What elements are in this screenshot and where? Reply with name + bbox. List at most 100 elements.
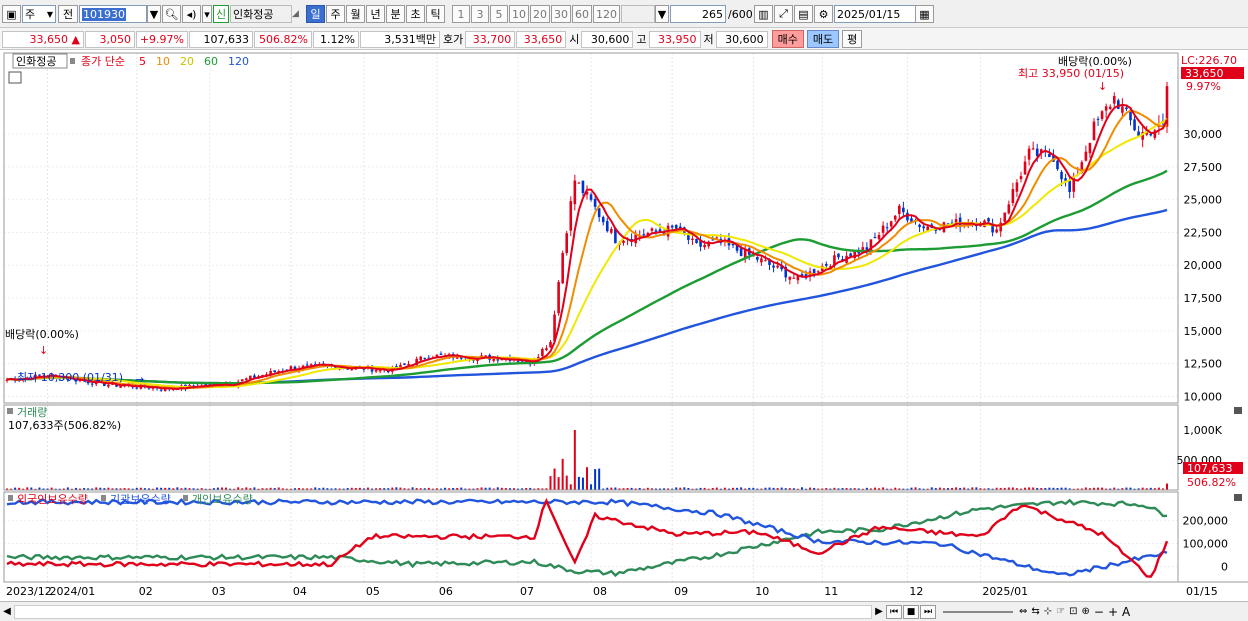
legend-marker <box>183 495 188 501</box>
period-button[interactable]: 초 <box>406 5 425 23</box>
candle <box>695 238 698 244</box>
ma-title: 종가 단순 <box>81 55 125 68</box>
zoom-reset-icon[interactable]: ⇆ <box>1031 606 1039 617</box>
candle <box>918 224 921 227</box>
stock-code-input[interactable]: 101930 <box>79 5 147 23</box>
code-dropdown-icon[interactable]: ▼ <box>147 5 161 23</box>
volume-title: 거래량 <box>17 406 47 419</box>
candle <box>374 369 378 372</box>
ask-cell: 33,700 <box>465 30 516 48</box>
candle <box>678 226 682 228</box>
speaker-icon[interactable]: ◂) <box>182 5 201 23</box>
candle <box>1031 148 1035 150</box>
zoom-fit-icon[interactable]: ⇔ <box>1019 606 1027 617</box>
low-label: 저 <box>703 33 714 46</box>
interval-dropdown-icon[interactable]: ▼ <box>655 5 669 23</box>
prev-button[interactable]: 전 <box>58 5 78 23</box>
interval-button[interactable]: 30 <box>551 5 571 23</box>
interval-custom-field[interactable] <box>621 5 655 23</box>
x-tick-label: 2023/12 <box>6 585 52 598</box>
period-button[interactable]: 주 <box>326 5 345 23</box>
interval-button[interactable]: 3 <box>471 5 489 23</box>
buy-button[interactable]: 매수 <box>771 30 804 48</box>
period-button[interactable]: 분 <box>386 5 405 23</box>
draw-tool-icon[interactable]: ⤢ <box>774 5 793 23</box>
stock-chart[interactable]: 30,000 27,500 25,000 22,500 20,000 17,500 15,0… <box>0 50 1248 621</box>
period-button[interactable]: 일 <box>306 5 325 23</box>
gear-icon[interactable]: ⚙ <box>814 5 833 23</box>
high-marker-label: 최고 33,950 (01/15) <box>1018 67 1124 80</box>
candle <box>764 260 767 262</box>
period-button[interactable]: 틱 <box>426 5 445 23</box>
interval-button[interactable]: 20 <box>530 5 550 23</box>
interval-button[interactable]: 5 <box>490 5 508 23</box>
turnover-cell: 1.12% <box>313 30 359 48</box>
open-label: 시 <box>569 33 580 46</box>
interval-button[interactable]: 60 <box>572 5 592 23</box>
font-size-icon[interactable]: A <box>1122 605 1130 619</box>
candle <box>756 257 759 260</box>
x-tick-label: 01/15 <box>1186 585 1218 598</box>
period-type-select[interactable]: 주 ▼ <box>22 5 56 23</box>
period-button[interactable]: 년 <box>366 5 385 23</box>
scroll-track[interactable] <box>14 604 872 619</box>
average-button[interactable]: 평 <box>842 30 863 48</box>
candle <box>1048 153 1051 158</box>
volume-cell: 107,633 <box>189 30 253 48</box>
stock-name-field: 인화정공 <box>230 5 292 23</box>
volume-bar <box>565 475 568 490</box>
speaker-dropdown-icon[interactable]: ▾ <box>202 5 212 23</box>
zoom-in-icon[interactable]: + <box>1108 605 1118 619</box>
first-page-icon[interactable]: ⏮ <box>886 604 902 619</box>
hand-tool-icon[interactable]: ☞ <box>1056 606 1065 617</box>
count-field[interactable]: 265 <box>670 5 726 23</box>
search-icon[interactable]: 🔍︎ <box>162 5 181 23</box>
scroll-left-icon[interactable]: ◀ <box>0 606 14 617</box>
candle <box>642 234 646 236</box>
price-tick-label: 12,500 <box>1184 358 1223 371</box>
candle <box>1060 171 1063 180</box>
ma-legend-item: 10 <box>156 55 170 68</box>
chart-add-icon[interactable]: ▥ <box>754 5 773 23</box>
date-field[interactable]: 2025/01/15 <box>834 5 916 23</box>
window-layout-icon[interactable]: ▣ <box>2 5 21 23</box>
ruler-icon[interactable]: ⊡ <box>1069 606 1077 617</box>
x-tick-label: 03 <box>212 585 226 598</box>
candle <box>407 363 410 365</box>
scroll-bar[interactable]: ◀ ▶ ⏮ ■ ⏭ ⇔ ⇆ ⊹ ☞ ⊡ ⊕ − + A <box>0 601 1248 621</box>
volume-bar <box>569 484 572 490</box>
candle <box>881 225 885 233</box>
x-tick-label: 05 <box>366 585 380 598</box>
volume-bar <box>553 468 556 490</box>
candle <box>877 234 881 240</box>
candle <box>1068 180 1071 193</box>
last-page-icon[interactable]: ⏭ <box>920 604 936 619</box>
calendar-icon[interactable]: ▦ <box>915 5 934 23</box>
change-cell: 3,050 <box>85 30 135 48</box>
interval-button[interactable]: 120 <box>593 5 620 23</box>
zoom-out-icon[interactable]: − <box>1094 605 1104 619</box>
candle <box>893 215 897 220</box>
zoom-slider[interactable] <box>943 610 1013 613</box>
candle <box>107 384 110 387</box>
sell-button[interactable]: 매도 <box>806 30 840 48</box>
holding-legend-item: 외국인보유수량 <box>17 493 88 506</box>
candle <box>273 370 276 373</box>
volume-bar <box>1166 483 1168 490</box>
candle <box>906 212 909 221</box>
low-arrow-icon: → <box>135 373 144 386</box>
x-tick-label: 02 <box>139 585 153 598</box>
candle <box>1027 148 1031 160</box>
pan-icon[interactable]: ⊕ <box>1082 606 1090 617</box>
candle <box>439 353 443 355</box>
interval-button[interactable]: 1 <box>452 5 470 23</box>
scroll-right-icon[interactable]: ▶ <box>872 606 886 617</box>
save-icon[interactable]: ▤ <box>794 5 813 23</box>
candle <box>1011 189 1015 203</box>
period-button[interactable]: 월 <box>346 5 365 23</box>
interval-button[interactable]: 10 <box>509 5 529 23</box>
stop-icon[interactable]: ■ <box>903 604 919 619</box>
stock-name-label: 인화정공 <box>16 55 56 68</box>
crosshair-icon[interactable]: ⊹ <box>1044 606 1052 617</box>
price-value: 33,650 <box>29 32 69 46</box>
